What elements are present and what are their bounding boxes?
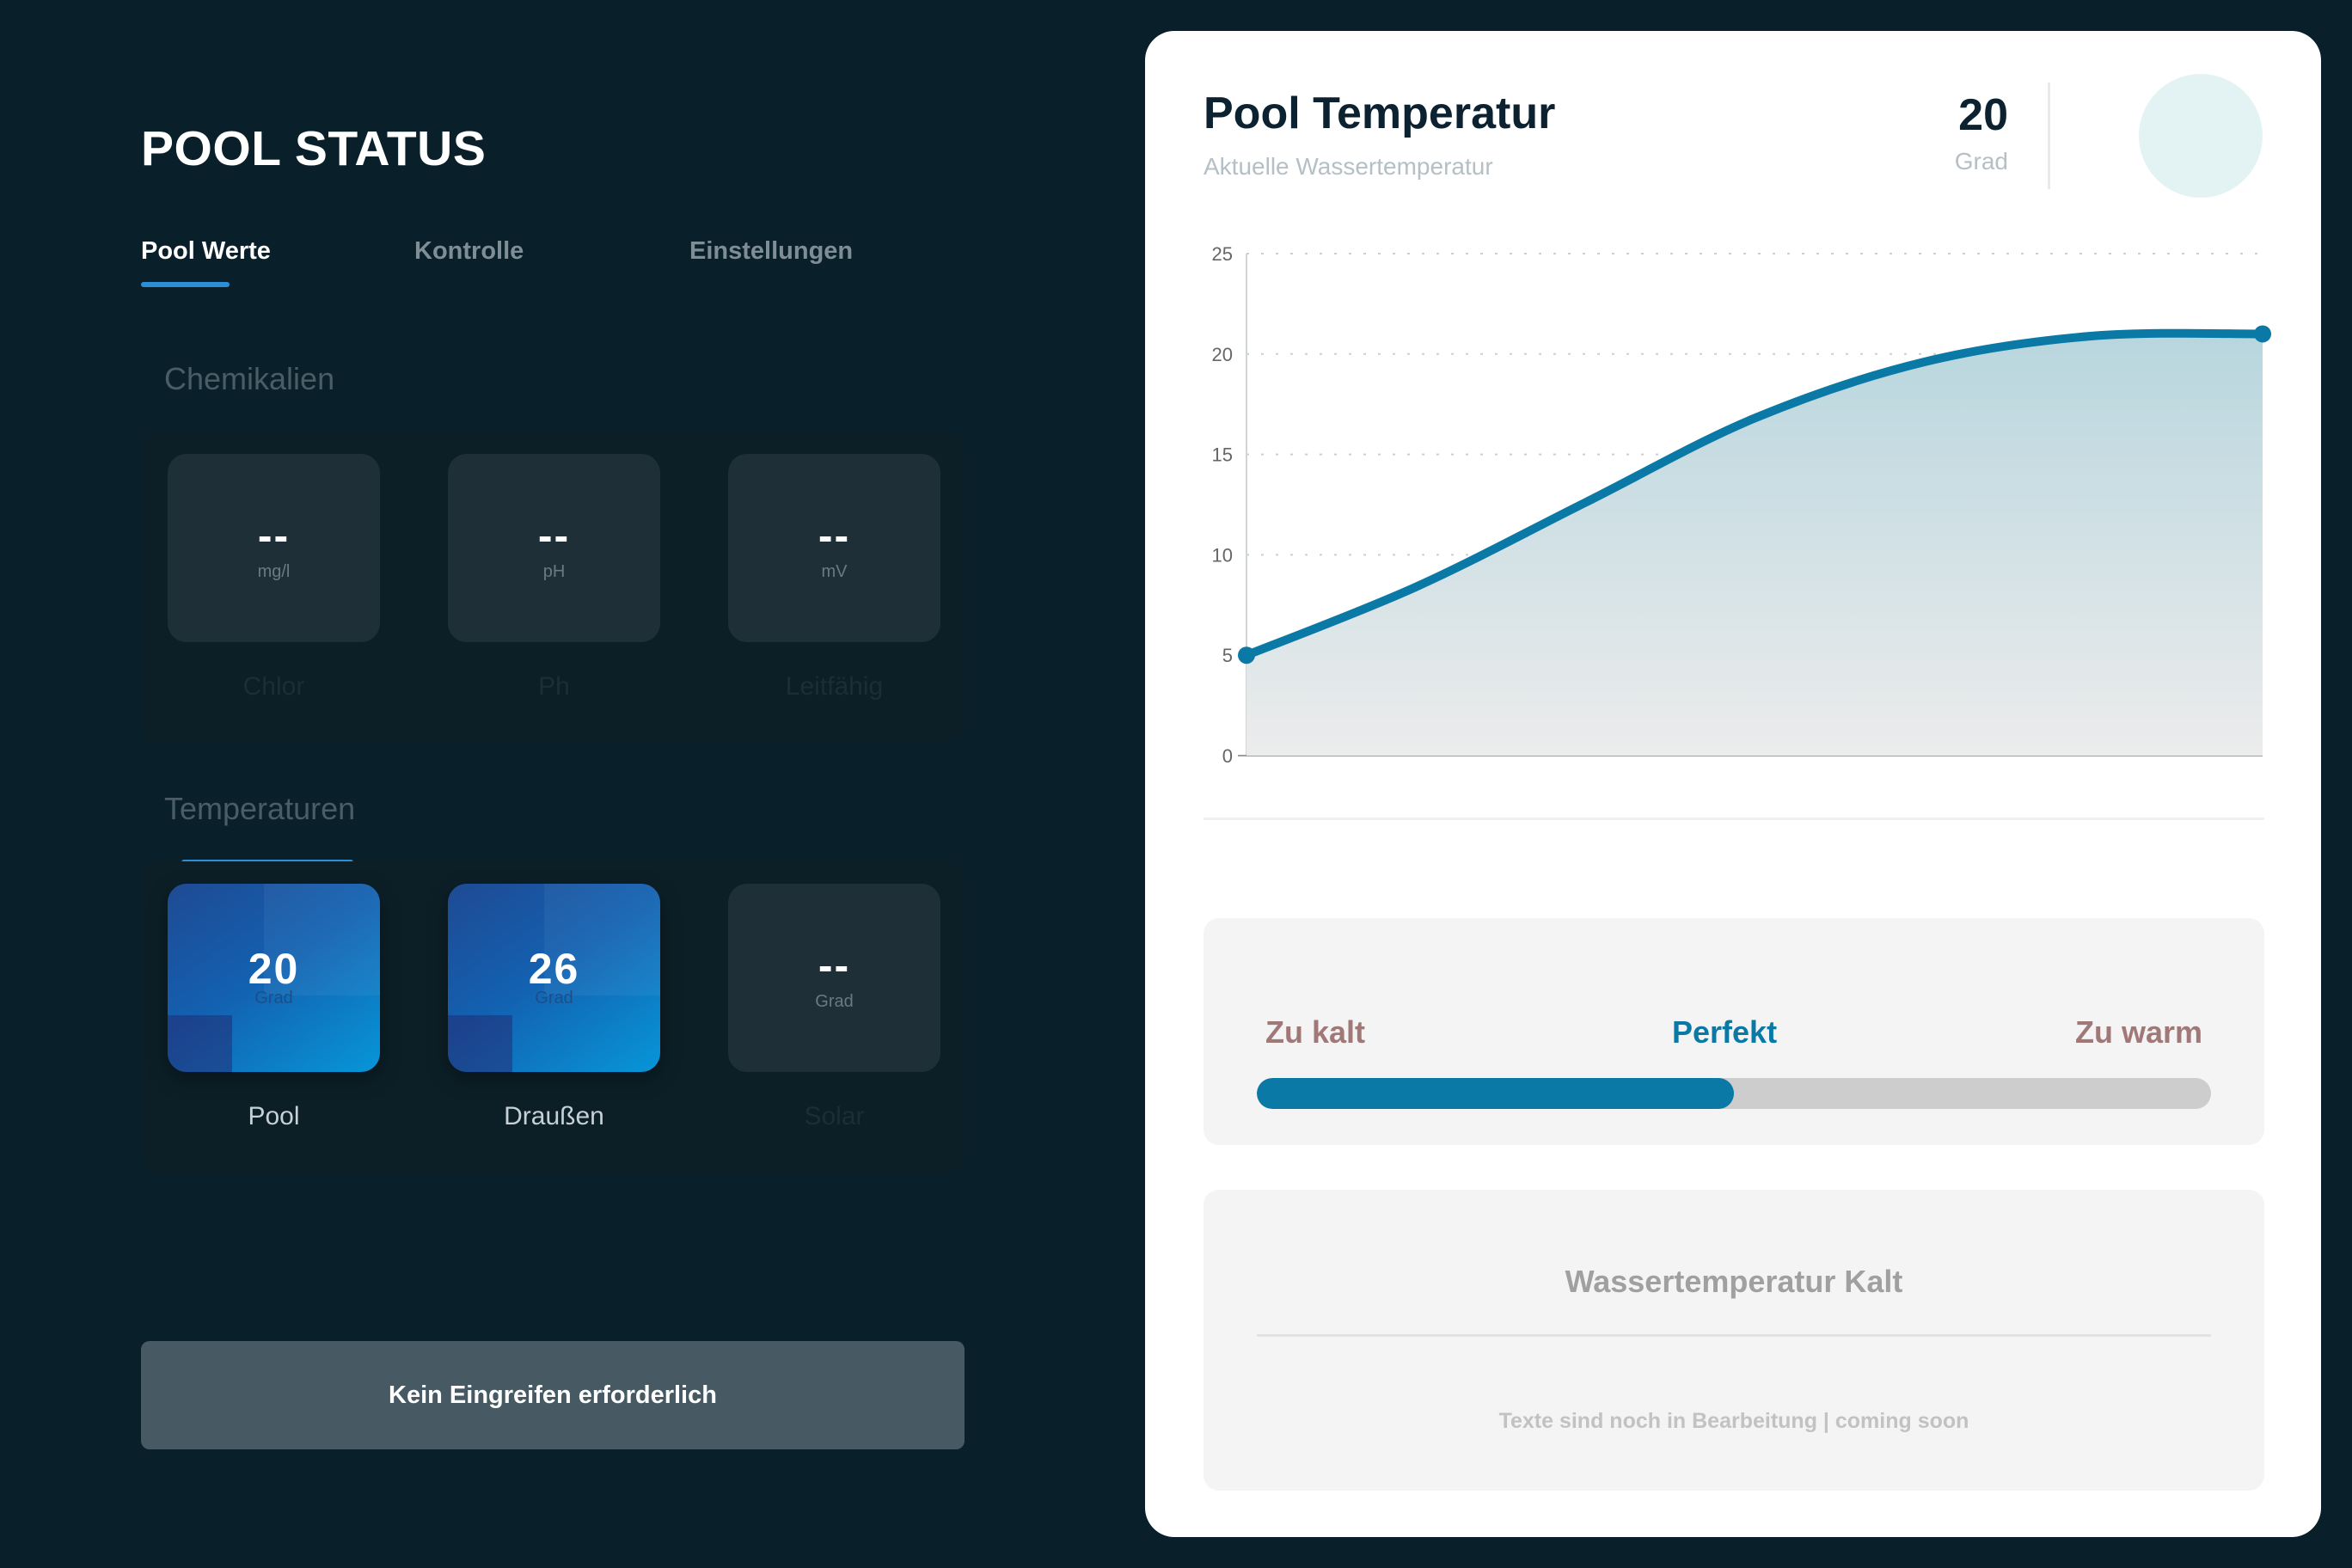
y-tick-label: 10 <box>1212 544 1233 566</box>
y-tick-label: 15 <box>1212 444 1233 466</box>
tile-draussen[interactable]: 26 Grad <box>448 884 660 1072</box>
chart-data-point <box>1238 646 1255 665</box>
range-label-cold: Zu kalt <box>1265 1014 1366 1050</box>
chart-area <box>1246 333 2263 756</box>
tile-value: -- <box>818 941 851 989</box>
status-action-button[interactable]: Kein Eingreifen erforderlich <box>141 1341 965 1449</box>
tile-unit: Grad <box>535 989 573 1008</box>
tile-solar[interactable]: -- Grad <box>728 884 940 1072</box>
temperature-chart: 0 5 10 15 20 25 <box>1212 243 2271 767</box>
y-tick-label: 0 <box>1222 745 1233 767</box>
tile-value: -- <box>818 511 851 560</box>
y-tick-label: 25 <box>1212 243 1233 265</box>
tile-unit: mV <box>821 562 848 581</box>
tile-label-chlor: Chlor <box>242 672 305 701</box>
tile-unit: Grad <box>254 989 293 1008</box>
info-divider <box>1257 1334 2211 1337</box>
tile-value: 26 <box>528 945 580 993</box>
tile-value: -- <box>257 511 291 560</box>
pool-temperature-card: Pool Temperatur Aktuelle Wassertemperatu… <box>1145 31 2321 1537</box>
temperatures-group: 20 Grad Pool 26 Grad Draußen -- Grad Sol… <box>141 861 964 1173</box>
section-title-temperaturen: Temperaturen <box>164 791 356 826</box>
tile-unit: mg/l <box>257 562 291 581</box>
range-fill <box>1257 1078 1734 1109</box>
info-box: Wassertemperatur Kalt Texte sind noch in… <box>1204 1190 2264 1491</box>
active-tab-indicator <box>141 282 230 287</box>
chart-separator <box>1204 818 2264 820</box>
tile-shade <box>448 1015 512 1072</box>
tile-leitfaehig[interactable]: -- mV <box>728 454 940 642</box>
page-title: POOL STATUS <box>141 121 487 176</box>
tile-label-ph: Ph <box>538 672 570 701</box>
tab-pool-werte[interactable]: Pool Werte <box>141 237 271 266</box>
tile-label-leitfaehig: Leitfähig <box>785 672 884 701</box>
tile-value: -- <box>537 511 571 560</box>
temperature-range-indicator: Zu kalt Perfekt Zu warm <box>1204 918 2264 1145</box>
tile-label-draussen: Draußen <box>504 1102 604 1130</box>
tile-unit: Grad <box>815 992 854 1011</box>
tab-bar: Pool Werte Kontrolle Einstellungen <box>141 237 966 297</box>
tile-shade <box>168 1015 232 1072</box>
tile-pool[interactable]: 20 Grad <box>168 884 380 1072</box>
y-tick-label: 5 <box>1222 645 1233 666</box>
tile-unit: pH <box>542 562 566 581</box>
tile-chlor[interactable]: -- mg/l <box>168 454 380 642</box>
tile-label-pool: Pool <box>248 1102 300 1130</box>
tile-label-solar: Solar <box>804 1102 865 1130</box>
section-title-chemikalien: Chemikalien <box>164 361 335 396</box>
chart-data-point <box>2254 325 2271 343</box>
tab-kontrolle[interactable]: Kontrolle <box>414 237 524 266</box>
range-label-perfect: Perfekt <box>1672 1014 1778 1050</box>
info-title: Wassertemperatur Kalt <box>1565 1264 1903 1299</box>
tile-ph[interactable]: -- pH <box>448 454 660 642</box>
tab-einstellungen[interactable]: Einstellungen <box>689 237 853 266</box>
chemicals-group: -- mg/l Chlor -- pH Ph -- mV Leitfähig <box>141 432 964 743</box>
y-tick-label: 20 <box>1212 344 1233 365</box>
range-label-warm: Zu warm <box>2074 1014 2202 1050</box>
range-track <box>1257 1078 2211 1109</box>
info-text: Texte sind noch in Bearbeitung | coming … <box>1498 1409 1969 1433</box>
tile-value: 20 <box>248 945 300 993</box>
